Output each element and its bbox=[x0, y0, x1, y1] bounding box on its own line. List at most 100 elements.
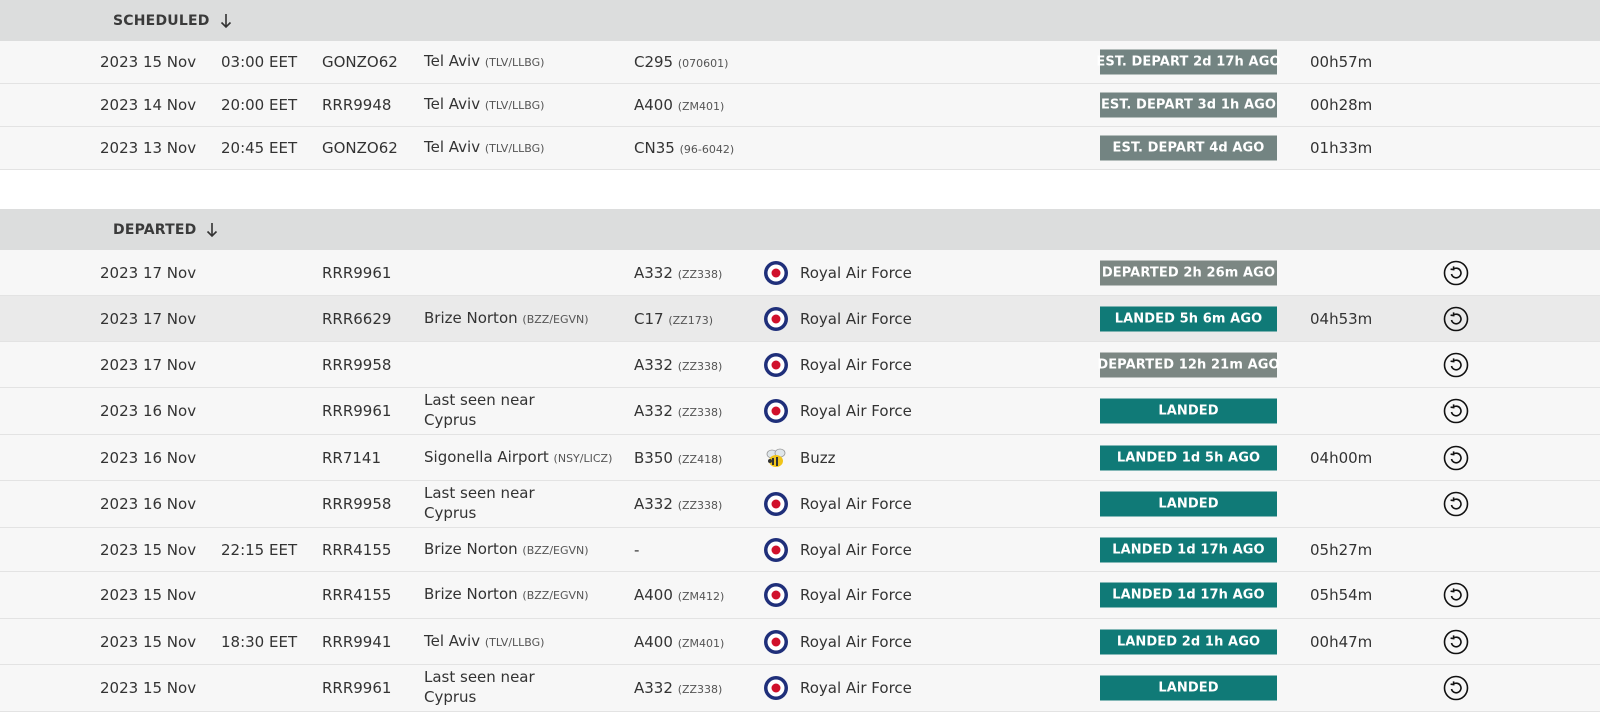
aircraft[interactable]: A332 (ZZ338) bbox=[634, 679, 722, 697]
destination[interactable]: Tel Aviv (TLV/LLBG) bbox=[424, 94, 544, 116]
destination[interactable]: Brize Norton (BZZ/EGVN) bbox=[424, 584, 589, 606]
aircraft[interactable]: - bbox=[634, 541, 639, 559]
operator-name[interactable]: Royal Air Force bbox=[800, 633, 912, 651]
destination-code: (TLV/LLBG) bbox=[484, 56, 545, 69]
destination-name: Tel Aviv bbox=[424, 95, 481, 113]
aircraft[interactable]: A332 (ZZ338) bbox=[634, 356, 722, 374]
table-row[interactable]: 2023 15 Nov 22:15 EET RRR4155 Brize Norton … bbox=[0, 528, 1600, 572]
aircraft-type: A400 bbox=[634, 96, 673, 114]
aircraft[interactable]: A400 (ZM401) bbox=[634, 96, 724, 114]
flight-callsign[interactable]: RRR9958 bbox=[322, 356, 391, 374]
table-row[interactable]: 2023 17 Nov RRR6629 Brize Norton (BZZ/EGVN… bbox=[0, 296, 1600, 342]
aircraft-registration: (ZZ338) bbox=[677, 267, 723, 281]
aircraft[interactable]: A332 (ZZ338) bbox=[634, 495, 722, 513]
operator-name[interactable]: Royal Air Force bbox=[800, 586, 912, 604]
flight-date: 2023 15 Nov bbox=[100, 586, 197, 604]
aircraft[interactable]: A400 (ZM401) bbox=[634, 633, 724, 651]
aircraft[interactable]: B350 (ZZ418) bbox=[634, 449, 722, 467]
aircraft[interactable]: A400 (ZM412) bbox=[634, 586, 724, 604]
aircraft[interactable]: A332 (ZZ338) bbox=[634, 264, 722, 282]
table-row[interactable]: 2023 16 Nov RRR9961 Last seen near Cyprus … bbox=[0, 388, 1600, 435]
operator-name[interactable]: Royal Air Force bbox=[800, 402, 912, 420]
flight-callsign[interactable]: GONZO62 bbox=[322, 53, 398, 71]
flight-callsign[interactable]: RR7141 bbox=[322, 449, 381, 467]
destination[interactable]: Sigonella Airport (NSY/LICZ) bbox=[424, 447, 612, 469]
replay-icon[interactable] bbox=[1443, 260, 1469, 286]
operator-name[interactable]: Royal Air Force bbox=[800, 541, 912, 559]
replay-icon[interactable] bbox=[1443, 398, 1469, 424]
replay-icon[interactable] bbox=[1443, 306, 1469, 332]
scheduled-section-header[interactable]: SCHEDULED bbox=[0, 0, 1600, 41]
flight-callsign[interactable]: RRR9958 bbox=[322, 495, 391, 513]
destination[interactable]: Brize Norton (BZZ/EGVN) bbox=[424, 308, 589, 330]
operator-name[interactable]: Royal Air Force bbox=[800, 495, 912, 513]
aircraft-type: A400 bbox=[634, 632, 673, 651]
replay-icon[interactable] bbox=[1443, 629, 1469, 655]
status-badge: LANDED bbox=[1100, 675, 1277, 701]
destination[interactable]: Tel Aviv (TLV/LLBG) bbox=[424, 631, 544, 653]
table-row[interactable]: 2023 13 Nov 20:45 EET GONZO62 Tel Aviv (TLV… bbox=[0, 127, 1600, 170]
flight-callsign[interactable]: RRR6629 bbox=[322, 310, 391, 328]
replay-icon[interactable] bbox=[1443, 491, 1469, 517]
aircraft-type: A332 bbox=[634, 355, 673, 374]
flight-callsign[interactable]: RRR9961 bbox=[322, 402, 391, 420]
table-row[interactable]: 2023 14 Nov 20:00 EET RRR9948 Tel Aviv (TLV… bbox=[0, 84, 1600, 127]
table-row[interactable]: 2023 15 Nov 03:00 EET GONZO62 Tel Aviv (TLV… bbox=[0, 41, 1600, 84]
destination-name: Brize Norton bbox=[424, 539, 518, 558]
aircraft-type: A332 bbox=[634, 263, 673, 282]
destination[interactable]: Tel Aviv (TLV/LLBG) bbox=[424, 51, 544, 73]
table-row[interactable]: 2023 17 Nov RRR9958 A332 (ZZ338) Royal Air… bbox=[0, 342, 1600, 388]
aircraft[interactable]: A332 (ZZ338) bbox=[634, 402, 722, 420]
departed-section-title: DEPARTED bbox=[113, 221, 197, 238]
destination-name: Brize Norton bbox=[424, 585, 518, 603]
destination-name: Sigonella Airport bbox=[424, 447, 549, 466]
flight-callsign[interactable]: RRR9961 bbox=[322, 679, 391, 697]
flight-callsign[interactable]: RRR4155 bbox=[322, 541, 391, 559]
operator-name[interactable]: Royal Air Force bbox=[800, 679, 912, 697]
aircraft[interactable]: CN35 (96-6042) bbox=[634, 139, 734, 157]
table-row[interactable]: 2023 17 Nov RRR9961 A332 (ZZ338) Royal Air… bbox=[0, 250, 1600, 296]
destination-code: (BZZ/EGVN) bbox=[522, 589, 589, 602]
destination[interactable]: Last seen near Cyprus bbox=[424, 390, 574, 432]
table-row[interactable]: 2023 16 Nov RR7141 Sigonella Airport (NSY/… bbox=[0, 435, 1600, 481]
raf-roundel-icon bbox=[763, 352, 789, 378]
status-badge: LANDED 2d 1h AGO bbox=[1100, 629, 1277, 654]
flight-duration: 04h53m bbox=[1310, 309, 1373, 328]
replay-icon[interactable] bbox=[1443, 675, 1469, 701]
table-row[interactable]: 2023 15 Nov RRR9961 Last seen near Cyprus … bbox=[0, 665, 1600, 712]
raf-roundel-icon bbox=[763, 491, 789, 517]
flight-callsign[interactable]: RRR9941 bbox=[322, 633, 391, 651]
flight-callsign[interactable]: RRR9961 bbox=[322, 264, 391, 282]
table-row[interactable]: 2023 15 Nov RRR4155 Brize Norton (BZZ/EGVN… bbox=[0, 572, 1600, 619]
departed-section-header[interactable]: DEPARTED bbox=[0, 209, 1600, 250]
operator-name[interactable]: Royal Air Force bbox=[800, 310, 912, 328]
arrow-down-icon[interactable] bbox=[220, 13, 232, 29]
aircraft-registration: (ZZ338) bbox=[677, 499, 723, 512]
operator-name[interactable]: Royal Air Force bbox=[800, 356, 912, 374]
aircraft[interactable]: C17 (ZZ173) bbox=[634, 310, 713, 328]
destination-code: (TLV/LLBG) bbox=[484, 635, 545, 649]
table-row[interactable]: 2023 16 Nov RRR9958 Last seen near Cyprus … bbox=[0, 481, 1600, 528]
replay-icon[interactable] bbox=[1443, 582, 1469, 608]
destination[interactable]: Brize Norton (BZZ/EGVN) bbox=[424, 539, 589, 561]
destination[interactable]: Tel Aviv (TLV/LLBG) bbox=[424, 137, 544, 159]
destination-name: Tel Aviv bbox=[424, 52, 481, 70]
aircraft-registration: (96-6042) bbox=[679, 143, 735, 156]
flight-callsign[interactable]: GONZO62 bbox=[322, 139, 398, 157]
replay-icon[interactable] bbox=[1443, 445, 1469, 471]
operator-name[interactable]: Buzz bbox=[800, 449, 836, 467]
aircraft-registration: (ZZ338) bbox=[677, 406, 723, 419]
flight-callsign[interactable]: RRR9948 bbox=[322, 96, 391, 114]
arrow-down-icon[interactable] bbox=[206, 222, 218, 238]
table-row[interactable]: 2023 15 Nov 18:30 EET RRR9941 Tel Aviv (TLV… bbox=[0, 619, 1600, 665]
flight-duration: 05h27m bbox=[1310, 540, 1373, 559]
operator-name[interactable]: Royal Air Force bbox=[800, 264, 912, 282]
flight-callsign[interactable]: RRR4155 bbox=[322, 586, 391, 604]
destination[interactable]: Last seen near Cyprus bbox=[424, 483, 574, 525]
replay-icon[interactable] bbox=[1443, 352, 1469, 378]
flight-time: 20:45 EET bbox=[221, 139, 298, 157]
destination[interactable]: Last seen near Cyprus bbox=[424, 667, 574, 709]
section-spacer bbox=[0, 170, 1600, 209]
destination-name: Tel Aviv bbox=[424, 138, 481, 156]
aircraft[interactable]: C295 (070601) bbox=[634, 53, 728, 71]
